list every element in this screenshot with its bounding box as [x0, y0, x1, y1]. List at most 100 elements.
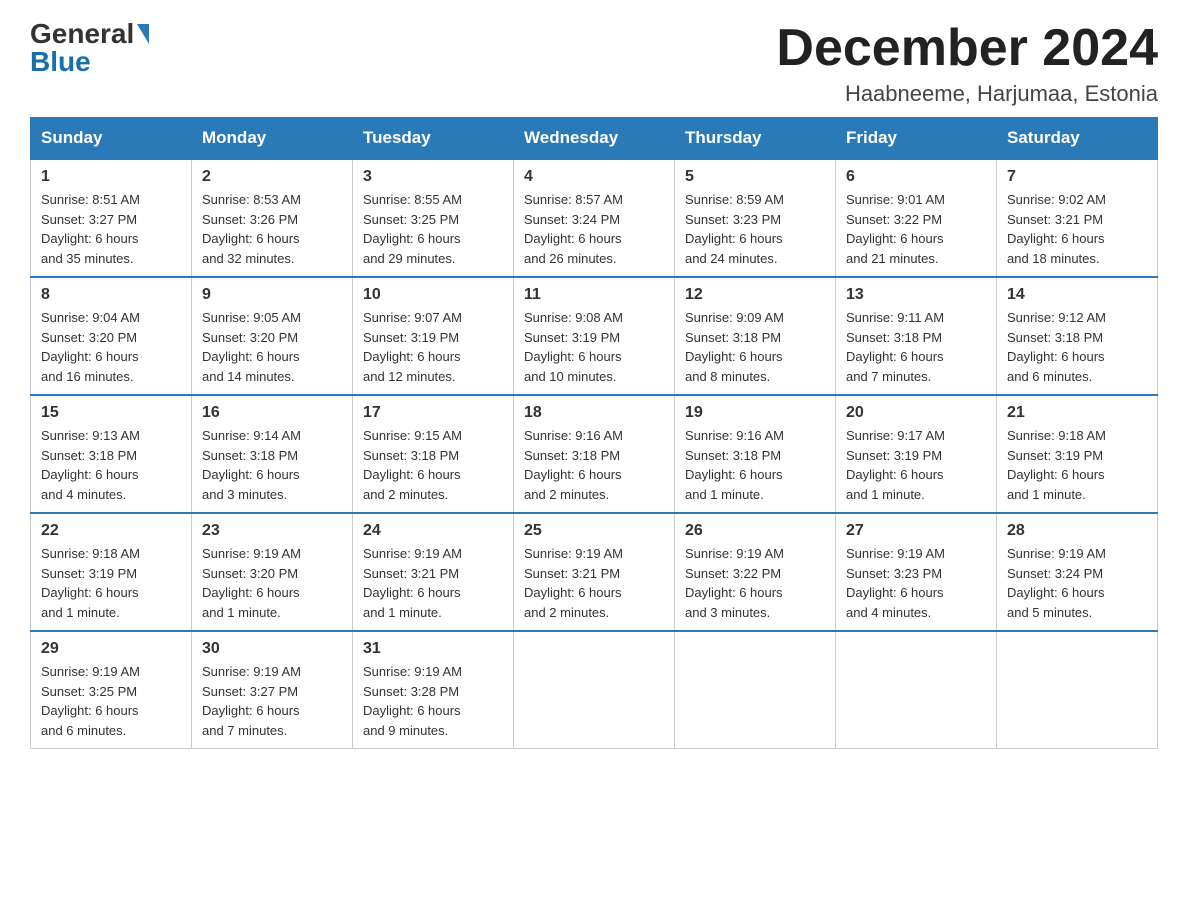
day-info: Sunrise: 9:19 AMSunset: 3:21 PMDaylight:… — [524, 544, 664, 622]
table-row: 26 Sunrise: 9:19 AMSunset: 3:22 PMDayligh… — [675, 513, 836, 631]
day-number: 23 — [202, 522, 342, 540]
day-number: 26 — [685, 522, 825, 540]
day-number: 30 — [202, 640, 342, 658]
day-info: Sunrise: 8:53 AMSunset: 3:26 PMDaylight:… — [202, 190, 342, 268]
table-row: 5 Sunrise: 8:59 AMSunset: 3:23 PMDaylight… — [675, 159, 836, 277]
day-info: Sunrise: 9:19 AMSunset: 3:23 PMDaylight:… — [846, 544, 986, 622]
table-row: 24 Sunrise: 9:19 AMSunset: 3:21 PMDayligh… — [353, 513, 514, 631]
table-row: 18Sunrise: 9:16 AMSunset: 3:18 PMDayligh… — [514, 395, 675, 513]
day-number: 22 — [41, 522, 181, 540]
day-number: 28 — [1007, 522, 1147, 540]
day-number: 1 — [41, 168, 181, 186]
location-title: Haabneeme, Harjumaa, Estonia — [776, 81, 1158, 107]
table-row: 11 Sunrise: 9:08 AMSunset: 3:19 PMDayligh… — [514, 277, 675, 395]
header-sunday: Sunday — [31, 118, 192, 160]
day-info: Sunrise: 9:13 AMSunset: 3:18 PMDaylight:… — [41, 426, 181, 504]
table-row: 30Sunrise: 9:19 AMSunset: 3:27 PMDayligh… — [192, 631, 353, 749]
logo-general: General — [30, 20, 134, 48]
day-number: 24 — [363, 522, 503, 540]
day-info: Sunrise: 9:19 AMSunset: 3:20 PMDaylight:… — [202, 544, 342, 622]
table-row: 6 Sunrise: 9:01 AMSunset: 3:22 PMDaylight… — [836, 159, 997, 277]
table-row: 16 Sunrise: 9:14 AMSunset: 3:18 PMDayligh… — [192, 395, 353, 513]
week-row-2: 8Sunrise: 9:04 AMSunset: 3:20 PMDaylight… — [31, 277, 1158, 395]
day-info: Sunrise: 9:17 AMSunset: 3:19 PMDaylight:… — [846, 426, 986, 504]
day-number: 16 — [202, 404, 342, 422]
table-row — [836, 631, 997, 749]
header-wednesday: Wednesday — [514, 118, 675, 160]
title-section: December 2024 Haabneeme, Harjumaa, Eston… — [776, 20, 1158, 107]
day-info: Sunrise: 8:55 AMSunset: 3:25 PMDaylight:… — [363, 190, 503, 268]
day-number: 3 — [363, 168, 503, 186]
table-row: 20 Sunrise: 9:17 AMSunset: 3:19 PMDayligh… — [836, 395, 997, 513]
table-row: 3 Sunrise: 8:55 AMSunset: 3:25 PMDaylight… — [353, 159, 514, 277]
day-info: Sunrise: 9:19 AMSunset: 3:25 PMDaylight:… — [41, 662, 181, 740]
calendar-table: Sunday Monday Tuesday Wednesday Thursday… — [30, 117, 1158, 749]
day-number: 11 — [524, 286, 664, 304]
table-row: 4Sunrise: 8:57 AMSunset: 3:24 PMDaylight… — [514, 159, 675, 277]
day-number: 5 — [685, 168, 825, 186]
table-row: 29 Sunrise: 9:19 AMSunset: 3:25 PMDayligh… — [31, 631, 192, 749]
day-number: 9 — [202, 286, 342, 304]
table-row: 31 Sunrise: 9:19 AMSunset: 3:28 PMDayligh… — [353, 631, 514, 749]
day-info: Sunrise: 9:18 AMSunset: 3:19 PMDaylight:… — [1007, 426, 1147, 504]
weekday-header-row: Sunday Monday Tuesday Wednesday Thursday… — [31, 118, 1158, 160]
day-number: 15 — [41, 404, 181, 422]
day-number: 13 — [846, 286, 986, 304]
logo-blue: Blue — [30, 48, 91, 76]
table-row: 14Sunrise: 9:12 AMSunset: 3:18 PMDayligh… — [997, 277, 1158, 395]
day-info: Sunrise: 9:09 AMSunset: 3:18 PMDaylight:… — [685, 308, 825, 386]
table-row: 17Sunrise: 9:15 AMSunset: 3:18 PMDayligh… — [353, 395, 514, 513]
day-info: Sunrise: 9:07 AMSunset: 3:19 PMDaylight:… — [363, 308, 503, 386]
day-info: Sunrise: 8:57 AMSunset: 3:24 PMDaylight:… — [524, 190, 664, 268]
week-row-5: 29 Sunrise: 9:19 AMSunset: 3:25 PMDayligh… — [31, 631, 1158, 749]
day-info: Sunrise: 9:14 AMSunset: 3:18 PMDaylight:… — [202, 426, 342, 504]
day-number: 25 — [524, 522, 664, 540]
table-row: 21Sunrise: 9:18 AMSunset: 3:19 PMDayligh… — [997, 395, 1158, 513]
day-number: 8 — [41, 286, 181, 304]
day-info: Sunrise: 9:19 AMSunset: 3:28 PMDaylight:… — [363, 662, 503, 740]
day-info: Sunrise: 9:19 AMSunset: 3:22 PMDaylight:… — [685, 544, 825, 622]
page-header: General Blue December 2024 Haabneeme, Ha… — [30, 20, 1158, 107]
day-info: Sunrise: 9:19 AMSunset: 3:24 PMDaylight:… — [1007, 544, 1147, 622]
day-info: Sunrise: 9:05 AMSunset: 3:20 PMDaylight:… — [202, 308, 342, 386]
day-info: Sunrise: 9:01 AMSunset: 3:22 PMDaylight:… — [846, 190, 986, 268]
day-info: Sunrise: 9:11 AMSunset: 3:18 PMDaylight:… — [846, 308, 986, 386]
day-number: 14 — [1007, 286, 1147, 304]
table-row: 8Sunrise: 9:04 AMSunset: 3:20 PMDaylight… — [31, 277, 192, 395]
day-number: 31 — [363, 640, 503, 658]
logo-triangle-icon — [137, 24, 149, 44]
table-row: 2Sunrise: 8:53 AMSunset: 3:26 PMDaylight… — [192, 159, 353, 277]
month-title: December 2024 — [776, 20, 1158, 77]
table-row: 12 Sunrise: 9:09 AMSunset: 3:18 PMDayligh… — [675, 277, 836, 395]
day-number: 12 — [685, 286, 825, 304]
table-row — [675, 631, 836, 749]
day-info: Sunrise: 8:59 AMSunset: 3:23 PMDaylight:… — [685, 190, 825, 268]
week-row-4: 22 Sunrise: 9:18 AMSunset: 3:19 PMDayligh… — [31, 513, 1158, 631]
day-number: 10 — [363, 286, 503, 304]
day-number: 29 — [41, 640, 181, 658]
table-row — [997, 631, 1158, 749]
table-row: 19Sunrise: 9:16 AMSunset: 3:18 PMDayligh… — [675, 395, 836, 513]
table-row: 25 Sunrise: 9:19 AMSunset: 3:21 PMDayligh… — [514, 513, 675, 631]
week-row-1: 1 Sunrise: 8:51 AMSunset: 3:27 PMDaylight… — [31, 159, 1158, 277]
day-info: Sunrise: 9:16 AMSunset: 3:18 PMDaylight:… — [685, 426, 825, 504]
table-row: 10 Sunrise: 9:07 AMSunset: 3:19 PMDayligh… — [353, 277, 514, 395]
day-number: 6 — [846, 168, 986, 186]
table-row: 27 Sunrise: 9:19 AMSunset: 3:23 PMDayligh… — [836, 513, 997, 631]
day-info: Sunrise: 9:08 AMSunset: 3:19 PMDaylight:… — [524, 308, 664, 386]
table-row: 13 Sunrise: 9:11 AMSunset: 3:18 PMDayligh… — [836, 277, 997, 395]
header-monday: Monday — [192, 118, 353, 160]
day-info: Sunrise: 9:19 AMSunset: 3:21 PMDaylight:… — [363, 544, 503, 622]
day-number: 20 — [846, 404, 986, 422]
table-row: 23 Sunrise: 9:19 AMSunset: 3:20 PMDayligh… — [192, 513, 353, 631]
week-row-3: 15 Sunrise: 9:13 AMSunset: 3:18 PMDayligh… — [31, 395, 1158, 513]
table-row — [514, 631, 675, 749]
header-tuesday: Tuesday — [353, 118, 514, 160]
table-row: 28 Sunrise: 9:19 AMSunset: 3:24 PMDayligh… — [997, 513, 1158, 631]
day-number: 17 — [363, 404, 503, 422]
table-row: 9 Sunrise: 9:05 AMSunset: 3:20 PMDaylight… — [192, 277, 353, 395]
day-number: 27 — [846, 522, 986, 540]
day-info: Sunrise: 8:51 AMSunset: 3:27 PMDaylight:… — [41, 190, 181, 268]
table-row: 1 Sunrise: 8:51 AMSunset: 3:27 PMDaylight… — [31, 159, 192, 277]
day-info: Sunrise: 9:18 AMSunset: 3:19 PMDaylight:… — [41, 544, 181, 622]
